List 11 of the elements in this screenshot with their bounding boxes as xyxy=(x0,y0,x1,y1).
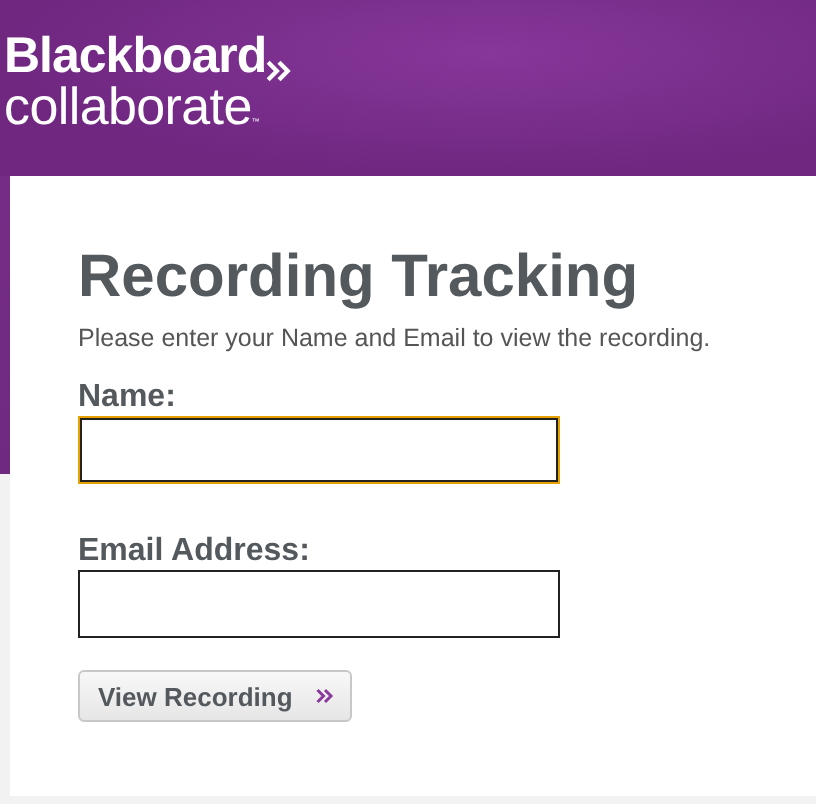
instructions: Please enter your Name and Email to view the recording. xyxy=(78,324,711,352)
chevron-icon xyxy=(266,58,293,84)
field-label: Email Address: xyxy=(78,532,310,570)
logo-wordmark: Blackboard xyxy=(4,34,267,82)
logo-wordmark: collaborate xyxy=(4,81,252,131)
chevron-icon xyxy=(316,688,335,704)
page-title: Recording Tracking xyxy=(78,244,639,312)
input-field[interactable] xyxy=(78,570,560,638)
field-label: Name: xyxy=(78,378,176,416)
view-recording-button[interactable]: View Recording xyxy=(78,670,353,722)
input-field[interactable] xyxy=(78,416,560,484)
